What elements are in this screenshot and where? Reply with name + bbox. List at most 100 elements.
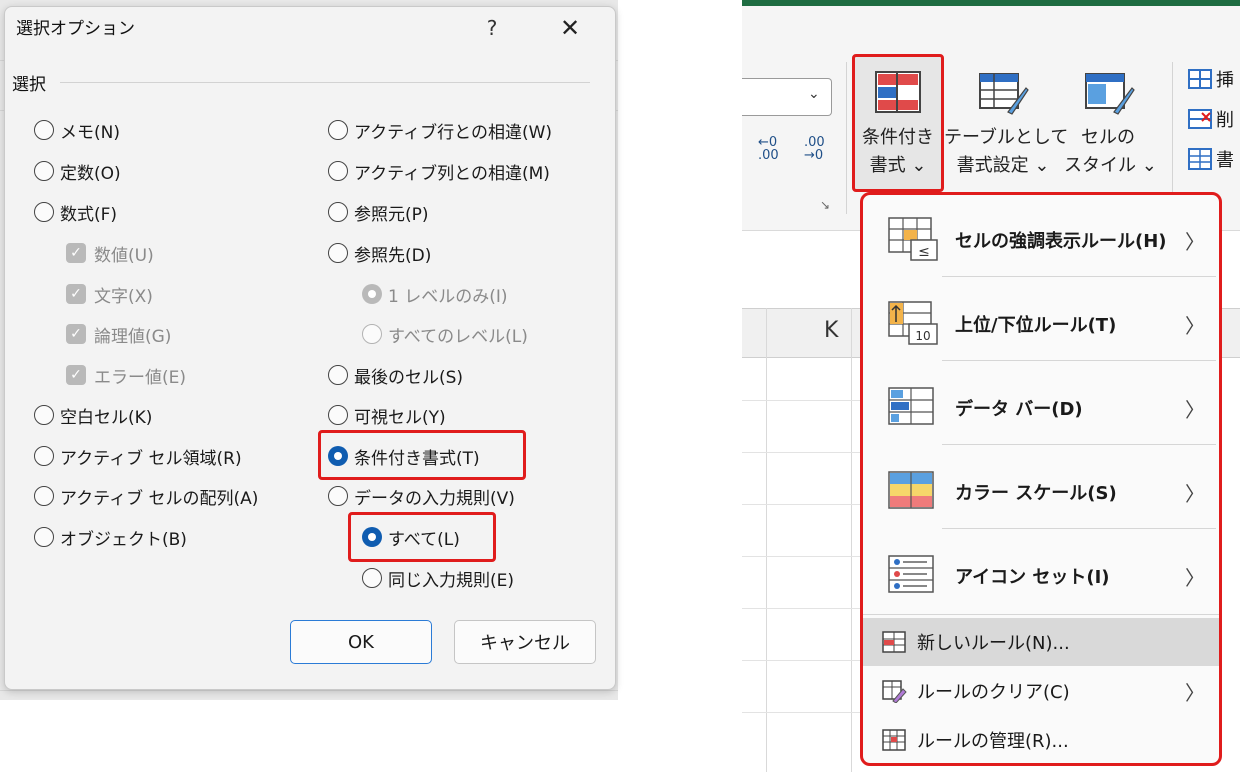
radio-icon[interactable] [362, 568, 382, 588]
grid-line [742, 712, 862, 713]
menu-item-top-bottom-rules[interactable]: 10 上位/下位ルール(T) 〉 [863, 296, 1219, 352]
grid-line [742, 608, 862, 609]
format-cells-icon [1188, 148, 1212, 170]
check-text: ✓ 文字(X) [66, 281, 153, 307]
menu-item-color-scales[interactable]: カラー スケール(S) 〉 [863, 464, 1219, 520]
radio-icon[interactable] [328, 365, 348, 385]
radio-icon [362, 324, 382, 344]
option-last-cell[interactable]: 最後のセル(S) [328, 362, 463, 388]
option-column-differences[interactable]: アクティブ列との相違(M) [328, 158, 550, 184]
decrease-decimal-icon[interactable]: .00 →0 [804, 136, 825, 162]
menu-separator [942, 276, 1216, 277]
grid-line [766, 308, 767, 772]
delete-cells-icon [1188, 109, 1212, 129]
option-comments[interactable]: メモ(N) [34, 117, 120, 143]
option-all-levels: すべてのレベル(L) [362, 321, 528, 347]
new-rule-icon [882, 631, 906, 653]
chevron-down-icon[interactable]: ⌄ [808, 86, 820, 102]
option-dependents[interactable]: 参照先(D) [328, 240, 431, 266]
option-validation-same[interactable]: 同じ入力規則(E) [362, 565, 514, 591]
menu-separator [863, 614, 1219, 615]
checkbox-icon: ✓ [66, 284, 86, 304]
group-divider [60, 82, 590, 83]
option-current-array[interactable]: アクティブ セルの配列(A) [34, 483, 258, 509]
menu-item-manage-rules[interactable]: ルールの管理(R)... [863, 718, 1219, 762]
radio-icon[interactable] [328, 120, 348, 140]
menu-item-icon-sets[interactable]: アイコン セット(I) 〉 [863, 548, 1219, 604]
help-button[interactable]: ? [470, 8, 514, 48]
radio-icon[interactable] [328, 243, 348, 263]
cell-styles-label-1[interactable]: セルの [1078, 126, 1138, 150]
chevron-right-icon: 〉 [1185, 565, 1205, 590]
ok-button[interactable]: OK [290, 620, 432, 664]
delete-cells-button[interactable]: 削 [1188, 106, 1234, 132]
close-button[interactable]: ✕ [548, 8, 592, 48]
radio-icon[interactable] [34, 446, 54, 466]
grid-line [742, 400, 862, 401]
column-header-k[interactable]: K [824, 318, 838, 343]
top-bottom-rules-icon: 10 [888, 301, 938, 345]
manage-rules-icon [882, 729, 906, 751]
grid-line [742, 452, 862, 453]
highlight-box-conditional-formats [318, 430, 526, 480]
chevron-right-icon: 〉 [1185, 397, 1205, 422]
ribbon-separator [846, 62, 847, 214]
format-cells-button[interactable]: 書 [1188, 146, 1234, 172]
radio-icon[interactable] [34, 161, 54, 181]
format-as-table-icon [979, 73, 1029, 115]
check-errors: ✓ エラー値(E) [66, 362, 186, 388]
color-scales-icon [888, 471, 934, 509]
radio-icon[interactable] [34, 527, 54, 547]
svg-text:≤: ≤ [918, 244, 930, 260]
menu-separator [942, 360, 1216, 361]
radio-icon[interactable] [328, 405, 348, 425]
selection-options-dialog [4, 6, 616, 690]
menu-item-data-bars[interactable]: データ バー(D) 〉 [863, 380, 1219, 436]
cell-styles-label-2[interactable]: スタイル ⌄ [1064, 154, 1157, 178]
radio-icon[interactable] [328, 486, 348, 506]
option-data-validation[interactable]: データの入力規則(V) [328, 483, 515, 509]
menu-item-clear-rules[interactable]: ルールのクリア(C) 〉 [863, 668, 1219, 714]
radio-icon[interactable] [34, 120, 54, 140]
insert-cells-button[interactable]: 挿 [1188, 66, 1234, 92]
option-direct-only: 1 レベルのみ(I) [362, 281, 508, 307]
highlight-rules-icon: ≤ [888, 217, 938, 261]
format-as-table-label-1[interactable]: テーブルとして [944, 126, 1068, 150]
grid-line [742, 556, 862, 557]
chevron-right-icon: 〉 [1185, 313, 1205, 338]
ribbon-separator [1172, 62, 1173, 192]
check-numbers: ✓ 数値(U) [66, 240, 154, 266]
group-label: 選択 [12, 75, 46, 95]
option-constants[interactable]: 定数(O) [34, 158, 121, 184]
radio-icon[interactable] [328, 202, 348, 222]
checkbox-icon: ✓ [66, 365, 86, 385]
radio-icon[interactable] [34, 202, 54, 222]
dialog-title: 選択オプション [16, 19, 135, 39]
menu-item-highlight-rules[interactable]: ≤ セルの強調表示ルール(H) 〉 [863, 212, 1219, 268]
menu-item-new-rule[interactable]: 新しいルール(N)... [863, 618, 1219, 666]
highlight-box-conditional-button [852, 54, 944, 192]
radio-icon[interactable] [328, 161, 348, 181]
option-objects[interactable]: オブジェクト(B) [34, 524, 187, 550]
check-logicals: ✓ 論理値(G) [66, 321, 171, 347]
option-visible-cells[interactable]: 可視セル(Y) [328, 402, 446, 428]
grid-line [742, 660, 862, 661]
menu-separator [942, 444, 1216, 445]
radio-icon[interactable] [34, 486, 54, 506]
cancel-button[interactable]: キャンセル [454, 620, 596, 664]
option-blanks[interactable]: 空白セル(K) [34, 402, 152, 428]
option-formulas[interactable]: 数式(F) [34, 199, 117, 225]
highlight-box-all [348, 512, 496, 562]
option-precedents[interactable]: 参照元(P) [328, 199, 429, 225]
svg-text:10: 10 [915, 329, 930, 343]
radio-icon[interactable] [34, 405, 54, 425]
grid-line [742, 504, 862, 505]
clear-rules-icon [882, 680, 907, 703]
option-current-region[interactable]: アクティブ セル領域(R) [34, 443, 242, 469]
format-as-table-label-2[interactable]: 書式設定 ⌄ [944, 154, 1062, 178]
option-row-differences[interactable]: アクティブ行との相違(W) [328, 117, 552, 143]
menu-separator [942, 528, 1216, 529]
checkbox-icon: ✓ [66, 243, 86, 263]
dialog-launcher-icon[interactable]: ↘ [820, 198, 834, 212]
increase-decimal-icon[interactable]: ←0.00 [758, 136, 779, 162]
